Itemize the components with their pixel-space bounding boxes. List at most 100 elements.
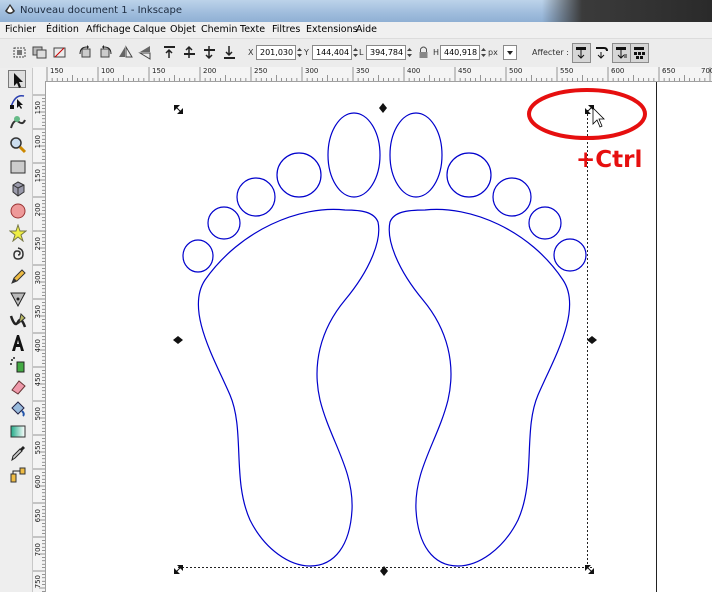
height-field[interactable]: 440,918 xyxy=(440,45,480,60)
gradient-tool[interactable] xyxy=(9,422,27,440)
unit-dropdown-button[interactable] xyxy=(503,45,517,60)
handle-top-left[interactable] xyxy=(174,105,183,114)
spiral-icon xyxy=(13,247,24,260)
lock-ratio-icon[interactable] xyxy=(416,45,430,60)
menu-aide[interactable]: Aide xyxy=(356,24,377,35)
ruler-label: 150 xyxy=(50,67,64,75)
scale-handles[interactable] xyxy=(173,103,597,576)
ruler-label: 450 xyxy=(34,373,42,387)
handle-bottom-right[interactable] xyxy=(585,565,594,574)
ruler-label: 250 xyxy=(254,67,268,75)
flip-horizontal-button[interactable] xyxy=(118,45,133,60)
ruler-label: 150 xyxy=(34,169,42,183)
eraser-icon xyxy=(11,380,26,395)
select-tool[interactable] xyxy=(8,70,26,88)
ruler-label: 550 xyxy=(560,67,574,75)
bucket-icon xyxy=(11,401,25,417)
ruler-label: 450 xyxy=(458,67,472,75)
deselect-button[interactable] xyxy=(52,45,67,60)
toe-shape[interactable] xyxy=(182,239,214,273)
x-spinner[interactable] xyxy=(296,45,303,60)
bucket-tool[interactable] xyxy=(9,400,27,418)
rect-tool[interactable] xyxy=(9,158,27,176)
raise-to-top-button[interactable] xyxy=(162,45,177,60)
3dbox-tool[interactable] xyxy=(9,180,27,198)
menu-extensions[interactable]: Extensions xyxy=(306,24,358,35)
menu-filtres[interactable]: Filtres xyxy=(272,24,300,35)
pen-tool[interactable] xyxy=(9,290,27,308)
y-spinner[interactable] xyxy=(352,45,359,60)
text-tool[interactable] xyxy=(9,334,27,352)
lower-button[interactable] xyxy=(202,45,217,60)
dropper-icon xyxy=(11,446,25,462)
pencil-tool[interactable] xyxy=(9,268,27,286)
eraser-tool[interactable] xyxy=(9,378,27,396)
handle-top-middle[interactable] xyxy=(379,103,387,113)
ruler-label: 100 xyxy=(34,135,42,149)
affect-stroke-scale-button[interactable] xyxy=(572,43,591,63)
select-all-layers-button[interactable] xyxy=(32,45,47,60)
affect-rounded-corners-button[interactable] xyxy=(593,44,610,61)
toe-shape[interactable] xyxy=(389,112,443,198)
ruler-label: 550 xyxy=(34,441,42,455)
affect-gradients-button[interactable] xyxy=(612,43,631,63)
tweak-tool[interactable] xyxy=(9,114,27,132)
connector-tool[interactable] xyxy=(9,466,27,484)
toe-shape[interactable] xyxy=(207,206,241,240)
calligraphy-tool[interactable] xyxy=(9,312,27,330)
menu-texte[interactable]: Texte xyxy=(240,24,265,35)
magnifier-icon xyxy=(10,137,27,154)
ruler-label: 650 xyxy=(34,509,42,523)
menu-edition[interactable]: Édition xyxy=(46,24,79,35)
title-bar: Nouveau document 1 - Inkscape xyxy=(0,0,712,22)
ellipse-tool[interactable] xyxy=(9,202,27,220)
feet-drawing[interactable] xyxy=(182,112,587,567)
spray-tool[interactable] xyxy=(9,356,27,374)
node-icon xyxy=(10,94,25,109)
unit-select[interactable]: px xyxy=(488,48,498,57)
select-all-button[interactable] xyxy=(12,45,27,60)
spiral-tool[interactable] xyxy=(9,246,27,264)
handle-middle-right[interactable] xyxy=(587,336,597,344)
ruler-label: 400 xyxy=(407,67,421,75)
right-sole-shape[interactable] xyxy=(388,208,571,567)
zoom-tool[interactable] xyxy=(9,136,27,154)
ruler-label: 150 xyxy=(152,67,166,75)
toe-shape[interactable] xyxy=(553,238,587,272)
toe-shape[interactable] xyxy=(236,177,276,217)
ruler-label: 500 xyxy=(509,67,523,75)
toe-shape[interactable] xyxy=(327,112,381,198)
toe-shape[interactable] xyxy=(276,152,322,198)
star-tool[interactable] xyxy=(9,224,27,242)
handle-middle-left[interactable] xyxy=(173,336,183,344)
menu-objet[interactable]: Objet xyxy=(170,24,196,35)
menu-fichier[interactable]: Fichier xyxy=(5,24,36,35)
left-sole-shape[interactable] xyxy=(197,208,380,567)
rotate-cw-button[interactable] xyxy=(98,45,113,60)
ruler-label: 350 xyxy=(34,305,42,319)
arrow-icon xyxy=(14,73,23,88)
toe-shape[interactable] xyxy=(446,152,492,198)
menu-calque[interactable]: Calque xyxy=(133,24,166,35)
pen-icon xyxy=(10,292,26,308)
width-spinner[interactable] xyxy=(406,45,413,60)
menu-affichage[interactable]: Affichage xyxy=(86,24,131,35)
raise-button[interactable] xyxy=(182,45,197,60)
lower-to-bottom-button[interactable] xyxy=(222,45,237,60)
dropper-tool[interactable] xyxy=(9,444,27,462)
toe-shape[interactable] xyxy=(492,177,532,217)
handle-bottom-left[interactable] xyxy=(174,565,183,574)
rotate-ccw-button[interactable] xyxy=(78,45,93,60)
x-field[interactable]: 201,030 xyxy=(256,45,296,60)
ruler-label: 700 xyxy=(34,543,42,557)
cube-icon xyxy=(12,181,25,197)
toe-shape[interactable] xyxy=(528,206,562,240)
move-patterns-icon xyxy=(634,47,645,59)
y-field[interactable]: 144,404 xyxy=(312,45,352,60)
width-field[interactable]: 394,784 xyxy=(366,45,406,60)
flip-vertical-button[interactable] xyxy=(138,45,153,60)
affect-patterns-button[interactable] xyxy=(630,43,649,63)
height-spinner[interactable] xyxy=(480,45,487,60)
node-tool[interactable] xyxy=(9,92,27,110)
menu-chemin[interactable]: Chemin xyxy=(201,24,237,35)
